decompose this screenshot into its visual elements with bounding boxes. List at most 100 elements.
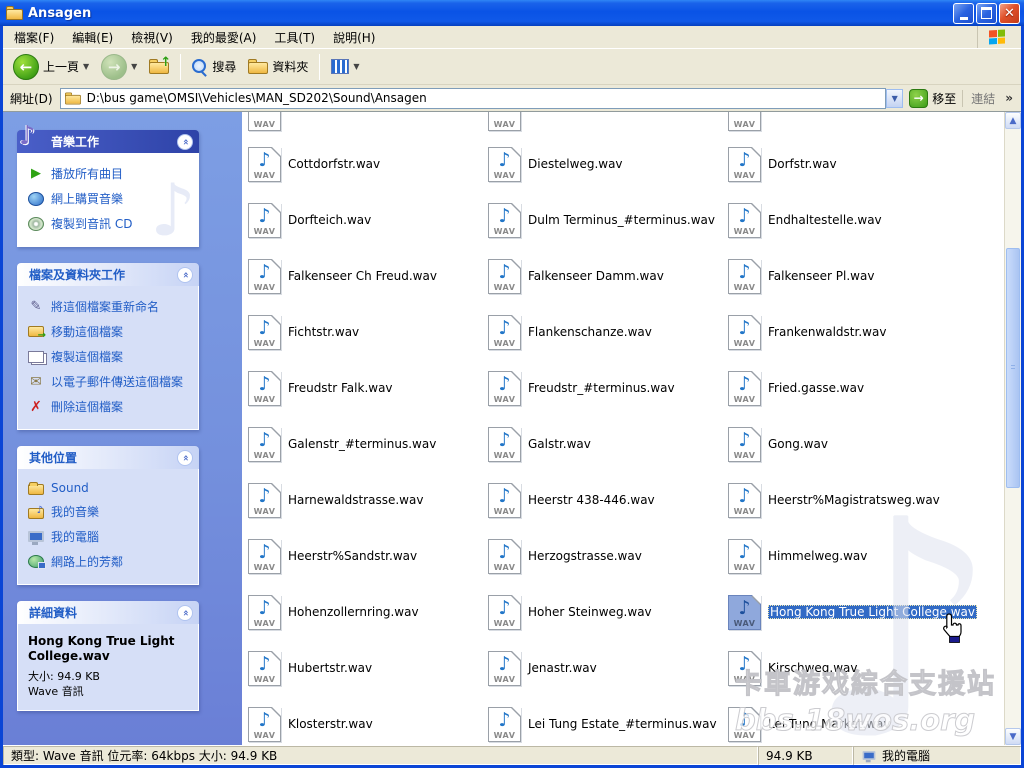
close-button[interactable]: ✕ — [999, 3, 1020, 24]
file-item[interactable]: ♪ WAV Fichtstr.wav — [242, 304, 482, 360]
task-icon — [28, 374, 44, 390]
menu-item[interactable]: 工具(T) — [265, 26, 324, 49]
views-dropdown-icon[interactable]: ▼ — [353, 62, 359, 71]
file-item[interactable]: ♪ WAV Dorfteich.wav — [242, 192, 482, 248]
details-header[interactable]: 詳細資料 « — [17, 601, 199, 624]
collapse-chevron-icon[interactable]: « — [177, 605, 193, 621]
file-tasks-header[interactable]: 檔案及資料夾工作 « — [17, 263, 199, 286]
task-icon — [28, 217, 44, 231]
folders-button[interactable]: 資料夾 — [244, 56, 312, 77]
file-tasks-panel: 檔案及資料夾工作 « 將這個檔案重新命名 — [17, 263, 199, 430]
address-dropdown-button[interactable]: ▼ — [886, 89, 903, 108]
task-link[interactable]: 刪除這個檔案 — [28, 394, 192, 419]
status-location: 我的電腦 — [853, 746, 1021, 765]
scroll-down-button[interactable]: ▼ — [1005, 728, 1021, 745]
place-link[interactable]: 我的電腦 — [28, 524, 192, 549]
task-link[interactable]: 複製這個檔案 — [28, 344, 192, 369]
music-tasks-title: 音樂工作 — [51, 133, 99, 150]
file-item[interactable]: ♪ WAV Frankenwaldstr.wav — [722, 304, 962, 360]
up-button[interactable]: ↑ — [145, 57, 173, 76]
file-item[interactable]: ♪ WAV Fried.gasse.wav — [722, 360, 962, 416]
file-tasks-title: 檔案及資料夾工作 — [29, 266, 125, 283]
file-item[interactable]: ♪ WAV Himmelweg.wav — [722, 528, 962, 584]
file-item[interactable]: ♪ WAV Heerstr 438-446.wav — [482, 472, 722, 528]
file-item[interactable]: ♪ WAV Galstr.wav — [482, 416, 722, 472]
file-item[interactable]: ♪ WAV Dorfstr.wav — [722, 136, 962, 192]
place-link[interactable]: 網路上的芳鄰 — [28, 549, 192, 574]
menu-item[interactable]: 檔案(F) — [5, 26, 63, 49]
file-item[interactable]: ♪ WAV Galenstr_#terminus.wav — [242, 416, 482, 472]
forward-dropdown-icon[interactable]: ▼ — [131, 62, 137, 71]
forward-button[interactable]: → ▼ — [97, 52, 141, 82]
file-item[interactable]: ♪ WAV Dulm Terminus_#terminus.wav — [482, 192, 722, 248]
file-item[interactable]: ♪ WAV Kirschweg.wav — [722, 640, 962, 696]
folders-label: 資料夾 — [272, 58, 308, 75]
file-item[interactable]: ♪ WAV Harnewaldstrasse.wav — [242, 472, 482, 528]
file-item[interactable]: ♪ WAV Gong.wav — [722, 416, 962, 472]
file-item[interactable]: ♪ WAV Falkenseer Damm.wav — [482, 248, 722, 304]
other-places-header[interactable]: 其他位置 « — [17, 446, 199, 469]
task-link[interactable]: 將這個檔案重新命名 — [28, 294, 192, 319]
search-button[interactable]: 搜尋 — [188, 56, 240, 77]
file-item[interactable]: ♪ WAV Freudstr_#terminus.wav — [482, 360, 722, 416]
vertical-scrollbar[interactable]: ▲ ▼ — [1004, 112, 1021, 745]
file-item[interactable]: ♪ WAV Falkenseer Pl.wav — [722, 248, 962, 304]
collapse-chevron-icon[interactable]: « — [177, 134, 193, 150]
menu-item[interactable]: 編輯(E) — [63, 26, 122, 49]
wav-file-icon: ♪ WAV — [248, 539, 281, 574]
views-button[interactable]: ▼ — [327, 57, 363, 76]
file-item[interactable]: ♪ WAV Flankenschanze.wav — [482, 304, 722, 360]
file-item[interactable]: ♪ WAV Jenastr.wav — [482, 640, 722, 696]
menu-item[interactable]: 說明(H) — [324, 26, 384, 49]
place-link[interactable]: 我的音樂 — [28, 499, 192, 524]
collapse-chevron-icon[interactable]: « — [177, 450, 193, 466]
file-item[interactable]: ♪ WAV Heerstr%Magistratsweg.wav — [722, 472, 962, 528]
music-note-icon: ♪ — [729, 541, 760, 563]
menu-item[interactable]: 檢視(V) — [122, 26, 182, 49]
collapse-chevron-icon[interactable]: « — [177, 267, 193, 283]
file-item[interactable]: ♪ WAV Hoher Steinweg.wav — [482, 584, 722, 640]
task-link[interactable]: 複製到音訊 CD — [28, 211, 192, 236]
file-item[interactable]: ♪ WAV Heerstr%Sandstr.wav — [242, 528, 482, 584]
task-link[interactable]: 網上購買音樂 — [28, 186, 192, 211]
music-note-icon: ♪ — [489, 597, 520, 619]
file-item[interactable]: ♪ WAV Diestelweg.wav — [482, 136, 722, 192]
menu-item[interactable]: 我的最愛(A) — [182, 26, 266, 49]
task-link[interactable]: 以電子郵件傳送這個檔案 — [28, 369, 192, 394]
file-item[interactable]: ♪ WAV Hubertstr.wav — [242, 640, 482, 696]
music-tasks-header[interactable]: ♪ 音樂工作 « — [17, 130, 199, 153]
place-link[interactable]: Sound — [28, 477, 192, 499]
wav-file-icon: ♪ WAV — [728, 259, 761, 294]
file-item[interactable]: ♪ WAV Hong Kong True Light College.wav — [722, 584, 962, 640]
file-item[interactable]: ♪ WAV Klosterstr.wav — [242, 696, 482, 745]
file-item[interactable]: ♪ WAV Freudstr Falk.wav — [242, 360, 482, 416]
minimize-button[interactable] — [953, 3, 974, 24]
links-toolbar[interactable]: 連結 » — [962, 90, 1019, 107]
back-dropdown-icon[interactable]: ▼ — [83, 62, 89, 71]
file-item[interactable]: ♪ WAV Lei Tung Estate_#terminus.wav — [482, 696, 722, 745]
back-button[interactable]: ← 上一頁 ▼ — [9, 52, 93, 82]
wav-file-icon: ♪ WAV — [248, 315, 281, 350]
file-item[interactable]: ♪ WAV Cottdorfstr.wav — [242, 136, 482, 192]
file-item[interactable]: ♪ WAV Lei Tung Market.wav — [722, 696, 962, 745]
file-item[interactable]: ♪ WAV Hohenzollernring.wav — [242, 584, 482, 640]
wav-file-icon: ♪ WAV — [728, 371, 761, 406]
scroll-up-button[interactable]: ▲ — [1005, 112, 1021, 129]
task-link[interactable]: 移動這個檔案 — [28, 319, 192, 344]
file-name: Lei Tung Estate_#terminus.wav — [528, 717, 717, 731]
file-name: Hohenzollernring.wav — [288, 605, 419, 619]
file-list-area[interactable]: WAV WAV WAV ♪ WAV Cottdorfstr.wav — [242, 112, 1004, 745]
go-button[interactable]: → 移至 — [903, 89, 962, 108]
wav-file-icon: ♪ WAV — [488, 483, 521, 518]
toolbar-separator — [319, 54, 320, 80]
scrollbar-thumb[interactable] — [1006, 248, 1020, 488]
scrollbar-track[interactable] — [1005, 129, 1021, 728]
task-link[interactable]: 播放所有曲目 — [28, 161, 192, 186]
maximize-button[interactable] — [976, 3, 997, 24]
title-bar[interactable]: Ansagen ✕ — [0, 0, 1024, 26]
file-item[interactable]: ♪ WAV Herzogstrasse.wav — [482, 528, 722, 584]
file-item[interactable]: ♪ WAV Falkenseer Ch Freud.wav — [242, 248, 482, 304]
address-input[interactable]: D:\bus game\OMSI\Vehicles\MAN_SD202\Soun… — [60, 88, 887, 109]
file-item[interactable]: ♪ WAV Endhaltestelle.wav — [722, 192, 962, 248]
links-chevron-icon[interactable]: » — [1005, 91, 1013, 105]
